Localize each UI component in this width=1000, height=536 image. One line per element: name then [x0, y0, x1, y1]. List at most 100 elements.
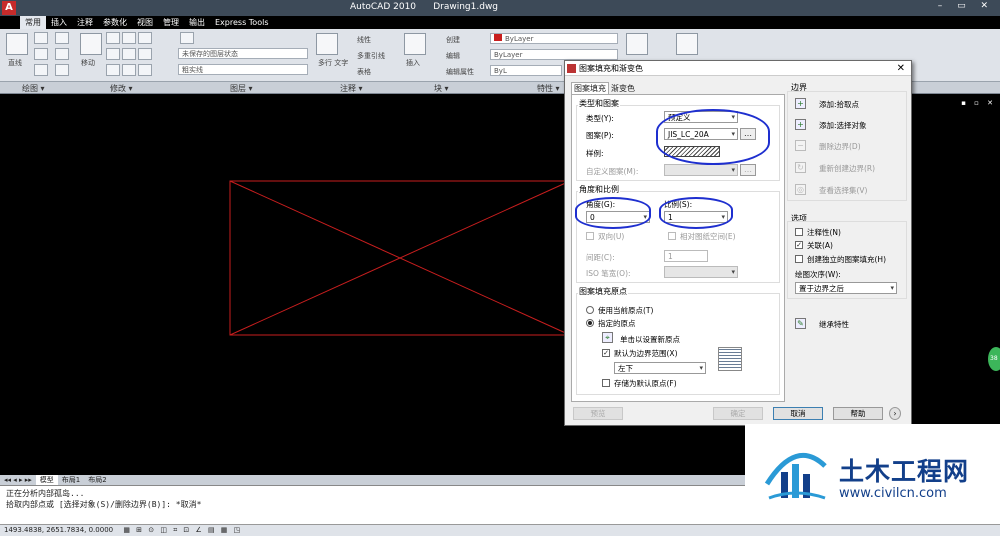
default-extents-checkbox[interactable]: ✓ [602, 349, 610, 357]
tab-layout2[interactable]: 布局2 [84, 475, 110, 485]
relative-paper-checkbox[interactable] [668, 232, 676, 240]
tab-layout1[interactable]: 布局1 [58, 475, 84, 485]
tab-express-tools[interactable]: Express Tools [210, 17, 274, 28]
line-icon[interactable] [6, 33, 28, 55]
panel-block[interactable]: 块 ▾ [434, 83, 449, 94]
use-current-origin-radio[interactable] [586, 306, 594, 314]
preview-button[interactable]: 预览 [573, 407, 623, 420]
pattern-select[interactable]: JIS_LC_20A ▾ [664, 128, 738, 140]
add-select-objects-icon[interactable]: + [795, 119, 806, 130]
panel-draw[interactable]: 绘图 ▾ [22, 83, 45, 94]
layer-state-dropdown[interactable]: 未保存的图层状态 [178, 48, 308, 59]
move-icon[interactable] [80, 33, 102, 55]
more-options-button[interactable]: › [889, 407, 901, 420]
rectangle-icon[interactable] [55, 32, 69, 44]
inherit-properties-label[interactable]: 继承特性 [819, 319, 849, 330]
polyline-icon[interactable] [34, 32, 48, 44]
set-origin-icon[interactable]: ⌖ [602, 332, 613, 343]
draw-order-select[interactable]: 置于边界之后 ▾ [795, 282, 897, 294]
custom-pattern-select[interactable]: ▾ [664, 164, 738, 176]
annotative-checkbox[interactable] [795, 228, 803, 236]
ok-button[interactable]: 确定 [713, 407, 763, 420]
add-pick-point-label[interactable]: 添加:拾取点 [819, 99, 859, 110]
fillet-icon[interactable] [138, 48, 152, 60]
tab-annotate[interactable]: 注释 [72, 16, 98, 29]
pattern-browse-button[interactable]: … [740, 128, 756, 140]
view-selection-label[interactable]: 查看选择集(V) [819, 185, 867, 196]
clipboard-icon[interactable] [676, 33, 698, 55]
hatch-icon[interactable] [55, 48, 69, 60]
array-icon[interactable] [138, 64, 152, 76]
circle-icon[interactable] [34, 48, 48, 60]
cancel-button[interactable]: 取消 [773, 407, 823, 420]
gradient-icon[interactable] [55, 64, 69, 76]
type-select[interactable]: 预定义 ▾ [664, 111, 738, 123]
close-icon[interactable]: ✕ [897, 61, 905, 76]
insert-block-icon[interactable] [404, 33, 426, 55]
remove-boundary-label[interactable]: 删除边界(D) [819, 141, 861, 152]
create-block-label[interactable]: 创建 [446, 35, 460, 45]
recreate-boundary-label[interactable]: 重新创建边界(R) [819, 163, 875, 174]
autocad-logo-icon[interactable]: A [2, 1, 16, 15]
inherit-properties-icon[interactable]: ✎ [795, 318, 806, 329]
add-select-objects-label[interactable]: 添加:选择对象 [819, 120, 867, 131]
scale-select[interactable]: 1 ▾ [664, 211, 728, 223]
drafting-toggles-icon[interactable]: ▦ ⊞ ⊙ ◫ ⌗ ⊡ ∠ ▤ ▦ ◳ [123, 526, 242, 534]
stretch-icon[interactable] [106, 64, 120, 76]
edit-block-label[interactable]: 编辑 [446, 51, 460, 61]
pattern-sample-swatch[interactable] [664, 146, 720, 157]
tab-output[interactable]: 输出 [184, 16, 210, 29]
remove-boundary-icon[interactable]: − [795, 140, 806, 151]
angle-select[interactable]: 0 ▾ [586, 211, 650, 223]
separate-hatches-checkbox[interactable] [795, 255, 803, 263]
add-pick-point-icon[interactable]: + [795, 98, 806, 109]
panel-annotation[interactable]: 注释 ▾ [340, 83, 363, 94]
tab-home[interactable]: 常用 [20, 16, 46, 29]
tab-insert[interactable]: 插入 [46, 16, 72, 29]
mirror-icon[interactable] [122, 48, 136, 60]
color-dropdown[interactable]: ByLayer [490, 33, 618, 44]
linetype-dropdown[interactable]: ByLayer [490, 49, 618, 60]
command-line[interactable]: 正在分析内部孤岛... 拾取内部点或 [选择对象(S)/删除边界(B)]: *取… [0, 485, 745, 524]
trim-icon[interactable] [122, 32, 136, 44]
angle-label: 角度(G): [586, 200, 616, 209]
window-controls[interactable]: – ▭ ✕ [938, 1, 994, 11]
tab-view[interactable]: 视图 [132, 16, 158, 29]
scale-icon[interactable] [122, 64, 136, 76]
specified-origin-radio[interactable] [586, 319, 594, 327]
erase-icon[interactable] [138, 32, 152, 44]
tab-parametric[interactable]: 参数化 [98, 16, 132, 29]
layout-nav-icon[interactable]: ◂◂ ◂ ▸ ▸▸ [0, 475, 36, 485]
edit-attributes-label[interactable]: 编辑属性 [446, 67, 474, 77]
tab-manage[interactable]: 管理 [158, 16, 184, 29]
lineweight-dropdown[interactable]: ByL [490, 65, 562, 76]
layer-properties-icon[interactable] [180, 32, 194, 44]
custom-pattern-browse-button[interactable]: … [740, 164, 756, 176]
arc-icon[interactable] [34, 64, 48, 76]
floating-badge-icon[interactable]: 38 [988, 347, 1000, 371]
panel-modify[interactable]: 修改 ▾ [110, 83, 133, 94]
viewport-controls[interactable]: ▪ ▫ ✕ [961, 99, 996, 107]
linear-dim-label[interactable]: 线性 [357, 35, 371, 45]
table-label[interactable]: 表格 [357, 67, 371, 77]
store-default-checkbox[interactable] [602, 379, 610, 387]
spacing-input[interactable]: 1 [664, 250, 708, 262]
copy-icon[interactable] [106, 48, 120, 60]
multiline-text-icon[interactable] [316, 33, 338, 55]
double-checkbox[interactable] [586, 232, 594, 240]
tab-model[interactable]: 模型 [35, 475, 58, 485]
recreate-boundary-icon[interactable]: ↻ [795, 162, 806, 173]
multileader-label[interactable]: 多重引线 [357, 51, 385, 61]
help-button[interactable]: 帮助 [833, 407, 883, 420]
specified-origin-label: 指定的原点 [598, 319, 636, 328]
measure-icon[interactable] [626, 33, 648, 55]
iso-pen-select[interactable]: ▾ [664, 266, 738, 278]
layer-dropdown[interactable]: 粗实线 [178, 64, 308, 75]
panel-layer[interactable]: 图层 ▾ [230, 83, 253, 94]
panel-properties[interactable]: 特性 ▾ [537, 83, 560, 94]
view-selection-icon[interactable]: ◎ [795, 184, 806, 195]
rotate-icon[interactable] [106, 32, 120, 44]
origin-position-select[interactable]: 左下 ▾ [614, 362, 706, 374]
associative-checkbox[interactable]: ✓ [795, 241, 803, 249]
app-title: AutoCAD 2010 [350, 2, 417, 12]
